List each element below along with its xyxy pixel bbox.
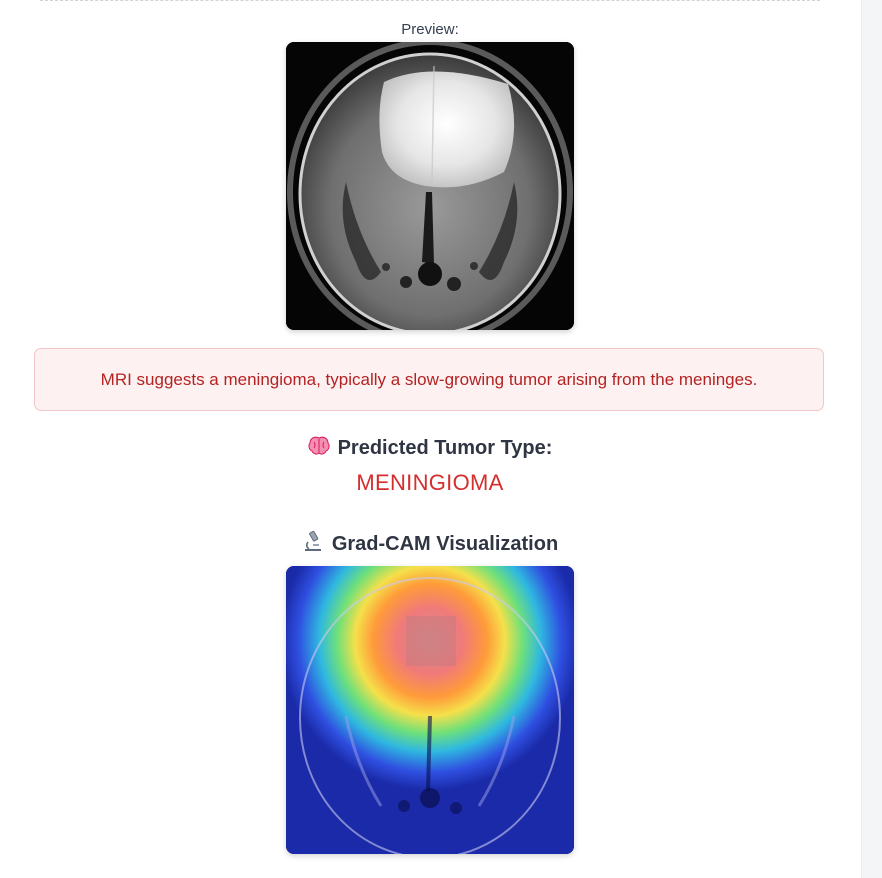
mri-preview-image [286,42,574,330]
microscope-icon [302,530,324,558]
section-divider [40,0,820,1]
preview-label: Preview: [401,21,459,38]
diagnosis-alert-text: MRI suggests a meningioma, typically a s… [100,369,758,389]
gradcam-heading-text: Grad-CAM Visualization [331,533,559,555]
brain-icon [308,436,330,462]
predicted-tumor-heading-text: Predicted Tumor Type: [337,437,553,459]
predicted-tumor-value: MENINGIOMA [356,470,504,495]
scrollbar-track[interactable] [861,0,882,878]
predicted-tumor-heading: Predicted Tumor Type: [0,436,860,462]
gradcam-image [286,566,574,854]
results-page: Preview: MRI suggests a meningioma, typi… [0,0,882,878]
gradcam-heading: Grad-CAM Visualization [0,530,860,558]
diagnosis-alert: MRI suggests a meningioma, typically a s… [34,348,824,411]
